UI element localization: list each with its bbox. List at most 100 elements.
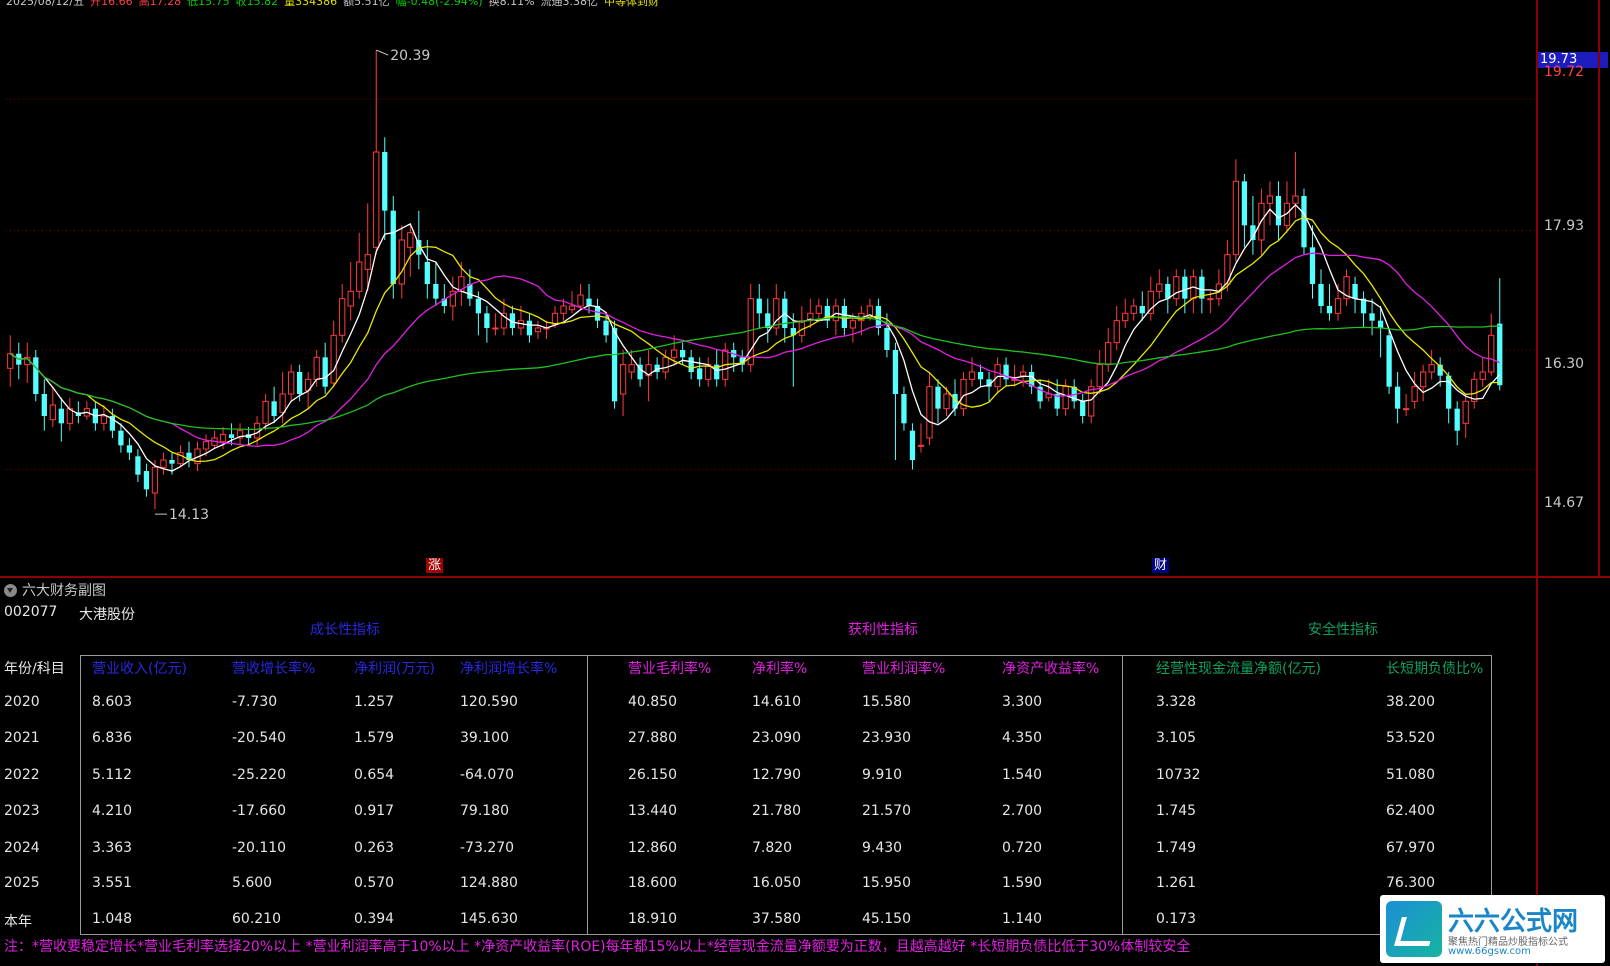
table-row-year: 2020 [4,694,40,710]
table-cell: -25.220 [232,767,287,783]
table-cell: 51.080 [1386,767,1435,783]
candle-body-up [926,386,933,439]
candle-body-up [373,151,380,248]
panel-divider[interactable] [0,576,1610,578]
table-cell: 67.970 [1386,840,1435,856]
quote-info-item: 低15.75 [187,0,230,8]
quote-info-item: 额5.51亿 [343,0,390,8]
table-cell: 3.105 [1156,730,1197,746]
financial-report-marker[interactable]: 财 [1152,558,1170,573]
candle-body-up [943,393,950,410]
candle-body-up [364,254,371,270]
candle-body-up [747,298,754,366]
table-cell: 76.300 [1386,875,1435,891]
table-cell: 15.580 [862,694,911,710]
kline-chart-panel[interactable]: 20.39 14.13 2025/08/12/五 开16.66 高17.28 低15.7… [0,0,1610,578]
table-row-year: 2024 [4,840,40,856]
table-cell: 0.570 [354,875,395,891]
limit-up-marker[interactable]: 涨 [426,558,444,573]
candle-body-up [1488,334,1495,373]
table-cell: 1.590 [1002,875,1043,891]
table-cell: 53.520 [1386,730,1435,746]
candle-body-up [1147,290,1154,314]
site-logo: 六六公式网 聚焦热门精品炒股指标公式 www.66gsw.com [1380,895,1605,963]
column-header: 经营性现金流量净额(亿元) [1156,661,1321,677]
candle-body-up [560,305,567,314]
kline-chart[interactable]: 20.39 14.13 [0,0,1610,578]
candle-body-down [475,298,482,314]
financial-sub-chart: 六大财务副图 002077 大港股份 成长性指标 获利性指标 安全性指标 年份/… [0,580,1610,966]
indicator-note: 注：*营收要稳定增长*营业毛利率选择20%以上 *营业利润率高于10%以上 *净… [4,939,1191,955]
table-cell: 14.610 [752,694,801,710]
candle-body-down [1377,320,1384,328]
column-header: 净资产收益率% [1002,661,1100,677]
candle-body-down [1318,284,1324,306]
candle-body-down [1080,401,1086,416]
candle-body-down [390,210,396,284]
table-cell: 45.150 [862,911,911,927]
table-cell: 12.790 [752,767,801,783]
group-profit-label: 获利性指标 [848,622,918,638]
candle-body-down [424,262,430,284]
candle-body-down [126,445,133,453]
candle-body-down [1369,313,1375,321]
table-cell: 1.579 [354,730,395,746]
quote-info-item: 量334386 [284,0,338,8]
candle-body-up [1156,283,1163,292]
table-row-year: 2023 [4,803,40,819]
table-cell: -64.070 [460,767,515,783]
candle-body-up [1462,400,1469,424]
candle-body-up [671,349,678,358]
candle-body-down [1454,408,1460,431]
table-cell: 21.570 [862,803,911,819]
table-cell: 1.140 [1002,911,1043,927]
table-cell: 27.880 [628,730,677,746]
table-cell: 8.603 [92,694,133,710]
ma60-line [9,316,1500,431]
candle-body-up [1113,320,1120,344]
candle-body-up [1019,371,1027,377]
quote-info-item: 幅-0.48(-2.94%) [395,0,483,8]
candle-body-up [534,327,542,333]
candle-body-down [1301,196,1307,248]
candle-body-up [1232,180,1240,256]
candle-body-down [1352,284,1358,299]
price-axis-label: 17.93 [1544,218,1585,234]
table-cell: 1.261 [1156,875,1197,891]
table-cell: 62.400 [1386,803,1435,819]
table-cell: 9.430 [862,840,903,856]
quote-info-item: 流通3.38亿 [540,0,599,8]
candle-body-up [1479,371,1486,380]
candle-body-up [628,364,635,373]
candle-body-up [1130,305,1137,314]
candle-body-down [697,368,703,380]
table-cell: 12.860 [628,840,677,856]
table-cell: 120.590 [460,694,518,710]
table-cell: 0.654 [354,767,395,783]
sub-chart-header[interactable]: 六大财务副图 [4,580,106,600]
table-cell: 124.880 [460,875,518,891]
candle-body-up [1411,386,1418,402]
candle-body-up [151,466,159,494]
table-cell: -7.730 [232,694,278,710]
quote-info-item: 开16.66 [90,0,133,8]
candle-body-up [662,356,669,373]
candle-body-down [271,401,277,416]
collapse-icon[interactable] [4,583,17,597]
candle-body-up [994,364,1001,388]
low-price-annotation: 14.13 [169,507,209,523]
stock-name: 大港股份 [79,607,135,623]
column-header: 长短期负债比% [1386,661,1484,677]
table-cell: 37.580 [752,911,801,927]
table-cell: 7.820 [752,840,793,856]
candle-body-down [603,320,609,336]
table-cell: -73.270 [460,840,515,856]
table-cell: 2.700 [1002,803,1043,819]
candle-body-up [1292,195,1299,204]
column-header: 营业毛利率% [628,661,712,677]
table-cell: 60.210 [232,911,281,927]
candle-body-down [322,357,328,387]
candle-body-up [1266,195,1274,204]
table-cell: 1.257 [354,694,395,710]
candle-body-down [526,320,533,336]
